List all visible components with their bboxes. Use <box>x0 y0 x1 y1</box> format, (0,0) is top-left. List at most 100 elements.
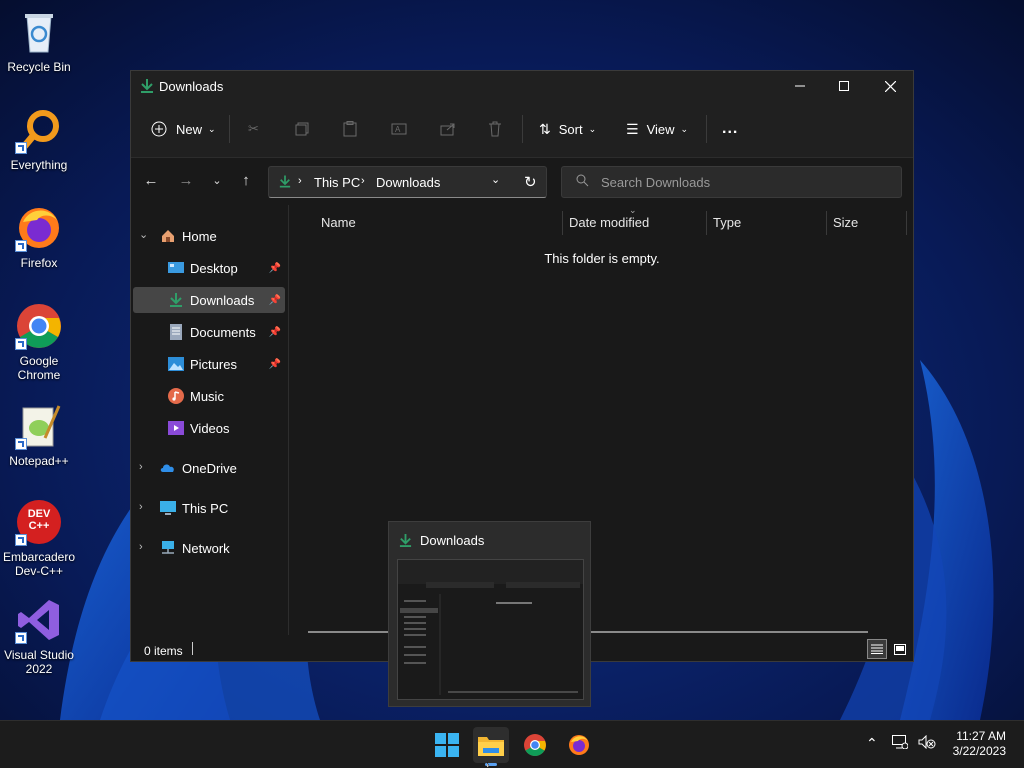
paste-button[interactable] <box>343 113 357 145</box>
sidebar-item-onedrive[interactable]: › OneDrive <box>133 455 285 481</box>
desktop-icon-visual-studio[interactable]: Visual Studio 2022 <box>0 596 78 676</box>
maximize-icon <box>839 81 849 91</box>
network-status-icon[interactable] <box>892 735 909 752</box>
pin-icon[interactable]: 📌 <box>269 263 281 274</box>
refresh-icon[interactable]: ↻ <box>524 173 537 191</box>
minimize-button[interactable] <box>777 71 823 101</box>
arrow-right-icon: → <box>178 171 194 189</box>
copy-icon <box>295 122 309 136</box>
windows-start-icon <box>435 733 459 757</box>
volume-muted-icon[interactable] <box>918 734 936 752</box>
arrow-left-icon: ← <box>143 171 159 189</box>
details-view-button[interactable] <box>867 639 887 659</box>
desktop-icon-firefox[interactable]: Firefox <box>0 204 78 270</box>
maximize-button[interactable] <box>821 71 867 101</box>
this-pc-icon <box>160 501 176 515</box>
recent-locations-button[interactable]: ⌄ <box>203 166 231 194</box>
address-separator-icon: › <box>298 175 302 187</box>
copy-button[interactable] <box>295 113 309 145</box>
pin-icon[interactable]: 📌 <box>269 327 281 338</box>
show-hidden-icons-chevron-icon[interactable]: ⌃ <box>866 735 878 752</box>
shortcut-arrow-icon <box>15 240 27 252</box>
column-header-type[interactable]: Type <box>713 215 741 230</box>
taskbar-file-explorer[interactable] <box>473 727 509 766</box>
chevron-down-icon[interactable]: ⌄ <box>139 228 148 241</box>
sidebar-item-label: This PC <box>182 500 229 516</box>
rename-icon: A <box>391 123 407 135</box>
column-header-date-modified[interactable]: Date modified <box>569 215 649 230</box>
title-bar[interactable]: Downloads <box>131 71 913 101</box>
file-explorer-icon <box>478 737 504 756</box>
column-header-name[interactable]: Name <box>321 215 356 230</box>
sidebar-item-network[interactable]: › Network <box>133 535 285 561</box>
window-title: Downloads <box>159 79 224 94</box>
breadcrumb-this-pc[interactable]: This PC <box>314 175 360 190</box>
pane-divider[interactable] <box>288 205 289 635</box>
thumbnail-window-preview <box>397 559 584 700</box>
shortcut-arrow-icon <box>15 632 27 644</box>
taskbar-chrome[interactable] <box>517 727 553 763</box>
forward-button[interactable]: → <box>172 166 200 194</box>
cut-button[interactable]: ✂ <box>248 113 259 145</box>
column-divider[interactable] <box>562 211 563 235</box>
sidebar-item-home[interactable]: ⌄ Home <box>133 223 285 249</box>
sidebar-item-videos[interactable]: Videos <box>133 415 285 441</box>
sidebar-item-this-pc[interactable]: › This PC <box>133 495 285 521</box>
column-divider[interactable] <box>826 211 827 235</box>
sidebar-item-label: OneDrive <box>182 460 237 476</box>
sidebar-item-music[interactable]: Music <box>133 383 285 409</box>
desktop-folder-icon <box>168 262 184 273</box>
column-header-size[interactable]: Size <box>833 215 858 230</box>
shortcut-arrow-icon <box>15 142 27 154</box>
start-button[interactable] <box>429 727 465 763</box>
close-button[interactable] <box>867 71 913 101</box>
sidebar-item-documents[interactable]: Documents 📌 <box>133 319 285 345</box>
up-button[interactable]: ↑ <box>232 166 260 194</box>
taskbar-thumbnail-preview[interactable]: Downloads <box>388 521 591 707</box>
column-divider[interactable] <box>906 211 907 235</box>
sort-label: Sort <box>558 121 583 137</box>
desktop-icon-recycle-bin[interactable]: Recycle Bin <box>0 8 78 74</box>
desktop-icon-label: Notepad++ <box>9 454 69 468</box>
rename-button[interactable]: A <box>391 113 407 145</box>
clock-time: 11:27 AM <box>956 729 1006 743</box>
file-list-pane[interactable]: Name ⌄ Date modified Type Size This fold… <box>290 205 912 635</box>
tiles-view-button[interactable] <box>890 639 910 659</box>
address-dropdown-icon[interactable]: ⌄ <box>491 173 500 186</box>
delete-button[interactable] <box>488 113 502 145</box>
chevron-down-icon: ⌄ <box>212 174 222 187</box>
desktop-icon-devcpp[interactable]: DEV C++ Embarcadero Dev-C++ <box>0 498 78 578</box>
address-bar[interactable]: › This PC › Downloads ⌄ ↻ <box>268 166 547 198</box>
chevron-right-icon[interactable]: › <box>139 461 143 473</box>
sort-button[interactable]: ⇅ Sort ⌄ <box>539 113 596 145</box>
sidebar-item-desktop[interactable]: Desktop 📌 <box>133 255 285 281</box>
share-button[interactable] <box>440 113 456 145</box>
desktop-icon-everything[interactable]: Everything <box>0 106 78 172</box>
sidebar-item-pictures[interactable]: Pictures 📌 <box>133 351 285 377</box>
minimize-icon <box>795 85 805 87</box>
desktop-icon-notepadpp[interactable]: Notepad++ <box>0 402 78 468</box>
pin-icon[interactable]: 📌 <box>269 359 281 370</box>
scissors-icon: ✂ <box>248 121 259 136</box>
back-button[interactable]: ← <box>137 166 165 194</box>
chevron-right-icon[interactable]: › <box>139 541 143 553</box>
sidebar-item-downloads[interactable]: Downloads 📌 <box>133 287 285 313</box>
close-icon <box>884 80 896 92</box>
breadcrumb-downloads[interactable]: Downloads <box>376 175 440 190</box>
chevron-right-icon[interactable]: › <box>139 501 143 513</box>
taskbar-firefox[interactable] <box>561 727 597 763</box>
column-divider[interactable] <box>706 211 707 235</box>
new-button[interactable]: New ⌄ <box>151 113 216 145</box>
desktop-icon-label: Google Chrome <box>17 354 61 382</box>
download-icon <box>140 78 154 99</box>
search-box[interactable]: Search Downloads <box>561 166 902 198</box>
system-clock[interactable]: 11:27 AM 3/22/2023 <box>953 729 1006 759</box>
divider <box>706 115 707 143</box>
more-options-button[interactable]: ... <box>722 113 738 145</box>
desktop-icon-google-chrome[interactable]: Google Chrome <box>0 302 78 382</box>
view-button[interactable]: ☰ View ⌄ <box>626 113 688 145</box>
address-separator-icon: › <box>361 175 365 187</box>
download-icon <box>170 293 182 307</box>
shortcut-arrow-icon <box>15 438 27 450</box>
pin-icon[interactable]: 📌 <box>269 295 281 306</box>
